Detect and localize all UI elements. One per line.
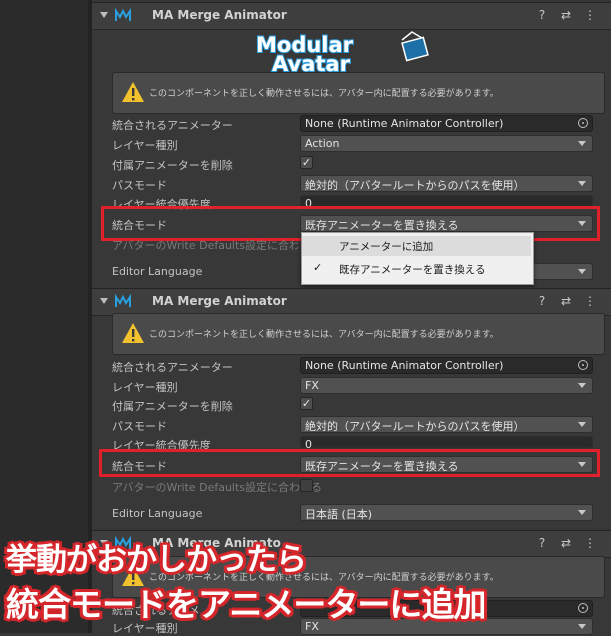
more-icon[interactable]: ⋮ bbox=[583, 8, 597, 22]
delete-attached-label: 付属アニメーターを削除 bbox=[112, 159, 233, 172]
check-icon: ✓ bbox=[313, 261, 323, 274]
dropdown-item-label: 既存アニメーターを置き換える bbox=[339, 264, 486, 276]
path-mode-dropdown[interactable]: 絶対的（アバタールートからのパスを使用） bbox=[300, 416, 593, 433]
delete-attached-label: 付属アニメーターを削除 bbox=[112, 400, 233, 413]
foldout-arrow-icon[interactable] bbox=[100, 298, 108, 304]
layer-type-label: レイヤー種別 bbox=[112, 381, 178, 394]
write-defaults-label: アバターのWrite Defaults設定に合わせる bbox=[112, 481, 323, 494]
layer-type-dropdown[interactable]: Action bbox=[300, 135, 593, 152]
chevron-down-icon bbox=[578, 510, 586, 515]
path-mode-label: パスモード bbox=[112, 420, 167, 433]
chevron-down-icon bbox=[578, 383, 586, 388]
dropdown-item-label: アニメーターに追加 bbox=[339, 241, 434, 253]
path-mode-value: 絶対的（アバタールートからのパスを使用） bbox=[305, 420, 525, 433]
chevron-down-icon bbox=[578, 462, 586, 467]
layer-type-label: レイヤー種別 bbox=[112, 139, 178, 152]
delete-attached-checkbox[interactable]: ✓ bbox=[300, 156, 313, 169]
merge-mode-dropdown[interactable]: 既存アニメーターを置き換える bbox=[300, 215, 593, 232]
write-defaults-label: アバターのWrite Defaults設定に合わせる bbox=[112, 239, 298, 252]
merge-mode-popup: アニメーターに追加 ✓ 既存アニメーターを置き換える bbox=[301, 232, 534, 285]
layer-type-value: FX bbox=[305, 379, 319, 392]
component-header-1[interactable]: MA Merge Animator ? ⇄ ⋮ bbox=[92, 2, 611, 30]
modular-avatar-icon bbox=[115, 294, 131, 307]
foldout-arrow-icon[interactable] bbox=[100, 12, 108, 18]
component-header-2[interactable]: MA Merge Animator ? ⇄ ⋮ bbox=[92, 288, 611, 316]
caption-line-1: 挙動がおかしかったら bbox=[6, 542, 307, 578]
merge-mode-label: 統合モード bbox=[112, 219, 167, 232]
more-icon[interactable]: ⋮ bbox=[583, 536, 597, 550]
preset-icon[interactable]: ⇄ bbox=[559, 536, 573, 550]
help-icon[interactable]: ? bbox=[535, 8, 549, 22]
object-picker-icon[interactable] bbox=[578, 118, 588, 128]
help-icon[interactable]: ? bbox=[535, 294, 549, 308]
path-mode-label: パスモード bbox=[112, 179, 167, 192]
help-icon[interactable]: ? bbox=[535, 536, 549, 550]
merge-mode-value: 既存アニメーターを置き換える bbox=[305, 460, 459, 473]
animator-value: None (Runtime Animator Controller) bbox=[305, 117, 504, 130]
dropdown-item-add[interactable]: アニメーターに追加 bbox=[302, 236, 531, 256]
warning-icon bbox=[122, 323, 144, 343]
warning-text: このコンポーネントを正しく動作させるには、アバター内に配置する必要があります。 bbox=[149, 89, 499, 99]
modular-avatar-logo: Modular Avatar bbox=[255, 31, 429, 74]
component-title: MA Merge Animator bbox=[152, 294, 287, 308]
chevron-down-icon bbox=[578, 422, 586, 427]
layer-type-value: Action bbox=[305, 137, 340, 150]
chevron-down-icon bbox=[578, 624, 586, 629]
logo-line2: Avatar bbox=[272, 52, 351, 74]
caption-line-2: 統合モードをアニメーターに追加 bbox=[6, 585, 486, 624]
merge-mode-value: 既存アニメーターを置き換える bbox=[305, 219, 459, 232]
dropdown-item-replace[interactable]: ✓ 既存アニメーターを置き換える bbox=[302, 259, 531, 279]
path-mode-dropdown[interactable]: 絶対的（アバタールートからのパスを使用） bbox=[300, 175, 593, 192]
warning-icon bbox=[122, 82, 144, 102]
warning-box: このコンポーネントを正しく動作させるには、アバター内に配置する必要があります。 bbox=[112, 72, 605, 114]
animator-label: 統合されるアニメーター bbox=[112, 119, 233, 132]
editor-language-dropdown[interactable]: 日本語 (日本) bbox=[300, 504, 593, 521]
chevron-down-icon bbox=[578, 181, 586, 186]
animator-field[interactable]: None (Runtime Animator Controller) bbox=[300, 357, 593, 374]
warning-text: このコンポーネントを正しく動作させるには、アバター内に配置する必要があります。 bbox=[149, 330, 499, 340]
layer-type-dropdown[interactable]: FX bbox=[300, 377, 593, 394]
chevron-down-icon bbox=[578, 221, 586, 226]
warning-box: このコンポーネントを正しく動作させるには、アバター内に配置する必要があります。 bbox=[112, 313, 605, 355]
editor-language-label: Editor Language bbox=[112, 507, 203, 520]
preset-icon[interactable]: ⇄ bbox=[559, 8, 573, 22]
preset-icon[interactable]: ⇄ bbox=[559, 294, 573, 308]
layer-priority-field[interactable]: 0 bbox=[300, 436, 593, 451]
write-defaults-checkbox[interactable] bbox=[300, 479, 313, 492]
delete-attached-checkbox[interactable]: ✓ bbox=[300, 397, 313, 410]
chevron-down-icon bbox=[578, 141, 586, 146]
modular-avatar-icon bbox=[115, 8, 131, 21]
path-mode-value: 絶対的（アバタールートからのパスを使用） bbox=[305, 179, 525, 192]
merge-mode-dropdown[interactable]: 既存アニメーターを置き換える bbox=[300, 456, 593, 473]
animator-value: None (Runtime Animator Controller) bbox=[305, 359, 504, 372]
animator-field[interactable]: None (Runtime Animator Controller) bbox=[300, 115, 593, 132]
component-title: MA Merge Animator bbox=[152, 8, 287, 22]
animator-label: 統合されるアニメーター bbox=[112, 361, 233, 374]
object-picker-icon[interactable] bbox=[578, 360, 588, 370]
more-icon[interactable]: ⋮ bbox=[583, 294, 597, 308]
object-picker-icon[interactable] bbox=[578, 603, 588, 613]
chevron-down-icon bbox=[578, 269, 586, 274]
merge-mode-label: 統合モード bbox=[112, 460, 167, 473]
editor-language-value: 日本語 (日本) bbox=[305, 508, 373, 521]
editor-language-label: Editor Language bbox=[112, 265, 203, 278]
